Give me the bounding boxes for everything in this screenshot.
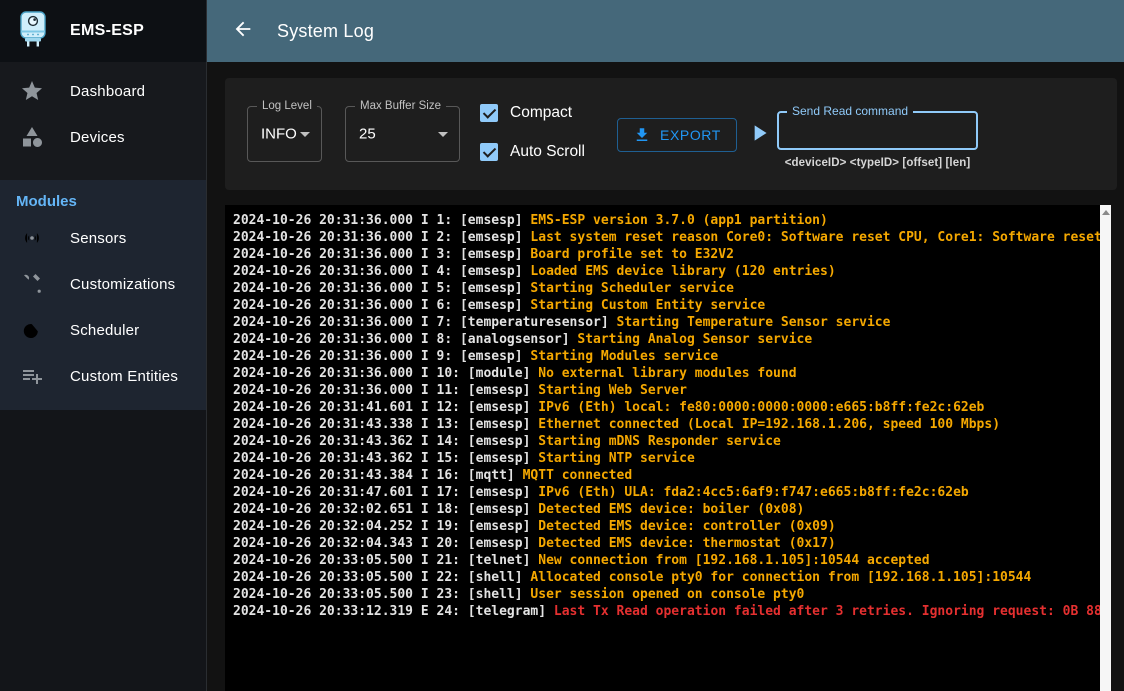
sidebar-item-customizations[interactable]: Customizations	[0, 261, 206, 307]
boiler-logo-icon	[18, 10, 48, 53]
log-line: 2024-10-26 20:33:05.500 I 21: [telnet] N…	[233, 552, 1111, 569]
log-line: 2024-10-26 20:31:36.000 I 5: [emsesp] St…	[233, 280, 1111, 297]
app-logo-block: EMS-ESP	[0, 0, 206, 63]
playlist-add-icon	[20, 364, 44, 388]
app-name: EMS-ESP	[70, 22, 144, 40]
auto-scroll-checkbox-label: Auto Scroll	[510, 143, 585, 161]
sensors-icon	[20, 226, 44, 250]
log-line: 2024-10-26 20:31:36.000 I 10: [module] N…	[233, 365, 1111, 382]
log-line: 2024-10-26 20:31:41.601 I 12: [emsesp] I…	[233, 399, 1111, 416]
log-line: 2024-10-26 20:32:04.252 I 19: [emsesp] D…	[233, 518, 1111, 535]
sidebar-item-label: Dashboard	[70, 83, 145, 100]
compact-checkbox-row[interactable]: Compact	[480, 104, 572, 122]
log-line: 2024-10-26 20:31:36.000 I 8: [analogsens…	[233, 331, 1111, 348]
sidebar-item-label: Custom Entities	[70, 368, 178, 385]
sidebar-item-label: Devices	[70, 129, 125, 146]
arrow-back-icon	[232, 18, 254, 45]
star-icon	[20, 79, 44, 103]
log-line: 2024-10-26 20:31:43.362 I 14: [emsesp] S…	[233, 433, 1111, 450]
sidebar-item-scheduler[interactable]: Scheduler	[0, 307, 206, 353]
export-button[interactable]: EXPORT	[617, 118, 737, 152]
log-line: 2024-10-26 20:31:36.000 I 11: [emsesp] S…	[233, 382, 1111, 399]
sidebar-item-label: Customizations	[70, 276, 175, 293]
max-buffer-size-label: Max Buffer Size	[355, 100, 446, 112]
send-read-command-helper: <deviceID> <typeID> [offset] [len]	[770, 157, 985, 169]
log-line: 2024-10-26 20:31:36.000 I 2: [emsesp] La…	[233, 229, 1111, 246]
max-buffer-size-select[interactable]: Max Buffer Size 25	[345, 106, 460, 162]
log-line: 2024-10-26 20:33:05.500 I 23: [shell] Us…	[233, 586, 1111, 603]
compact-checkbox[interactable]	[480, 104, 498, 122]
sidebar-item-label: Sensors	[70, 230, 126, 247]
log-line: 2024-10-26 20:31:36.000 I 1: [emsesp] EM…	[233, 212, 1111, 229]
scroll-up-icon	[1102, 210, 1110, 215]
auto-scroll-checkbox-row[interactable]: Auto Scroll	[480, 143, 585, 161]
chevron-down-icon	[438, 132, 448, 137]
app-bar: System Log	[207, 0, 1124, 62]
log-line: 2024-10-26 20:31:47.601 I 17: [emsesp] I…	[233, 484, 1111, 501]
category-icon	[20, 125, 44, 149]
log-line: 2024-10-26 20:31:36.000 I 4: [emsesp] Lo…	[233, 263, 1111, 280]
back-button[interactable]	[231, 19, 255, 43]
construction-icon	[20, 272, 44, 296]
page-title: System Log	[277, 21, 374, 42]
log-line: 2024-10-26 20:31:43.362 I 15: [emsesp] S…	[233, 450, 1111, 467]
log-scrollbar[interactable]	[1100, 205, 1111, 691]
sidebar-item-label: Scheduler	[70, 322, 139, 339]
max-buffer-size-value: 25	[359, 126, 376, 143]
sidebar-item-sensors[interactable]: Sensors	[0, 215, 206, 261]
modules-section-title: Modules	[0, 180, 206, 215]
log-line: 2024-10-26 20:33:05.500 I 22: [shell] Al…	[233, 569, 1111, 586]
download-icon	[633, 126, 651, 144]
chevron-down-icon	[300, 132, 310, 137]
sidebar-item-devices[interactable]: Devices	[0, 114, 206, 160]
log-lines: 2024-10-26 20:31:36.000 I 1: [emsesp] EM…	[225, 205, 1111, 620]
export-button-label: EXPORT	[660, 127, 721, 143]
system-log-console: 2024-10-26 20:31:36.000 I 1: [emsesp] EM…	[225, 205, 1111, 691]
send-read-command-input[interactable]	[783, 115, 972, 146]
sidebar-nav: Dashboard Devices	[0, 62, 206, 180]
sidebar-item-dashboard[interactable]: Dashboard	[0, 68, 206, 114]
play-arrow-icon	[746, 120, 772, 146]
log-level-value: INFO	[261, 126, 297, 143]
sidebar-modules-section: Modules Sensors	[0, 180, 206, 410]
auto-scroll-checkbox[interactable]	[480, 143, 498, 161]
sidebar: EMS-ESP Dashboard Devices Modules	[0, 0, 207, 691]
log-line: 2024-10-26 20:31:36.000 I 9: [emsesp] St…	[233, 348, 1111, 365]
log-line: 2024-10-26 20:32:04.343 I 20: [emsesp] D…	[233, 535, 1111, 552]
send-command-button[interactable]	[746, 118, 772, 148]
log-line: 2024-10-26 20:31:36.000 I 6: [emsesp] St…	[233, 297, 1111, 314]
send-read-command-field: Send Read command	[777, 111, 978, 150]
log-line: 2024-10-26 20:31:43.384 I 16: [mqtt] MQT…	[233, 467, 1111, 484]
log-level-label: Log Level	[257, 100, 317, 112]
compact-checkbox-label: Compact	[510, 104, 572, 122]
schedule-add-icon	[20, 318, 44, 342]
sidebar-item-custom-entities[interactable]: Custom Entities	[0, 353, 206, 399]
log-controls-panel: Log Level INFO Max Buffer Size 25 Compac…	[225, 78, 1117, 190]
log-line: 2024-10-26 20:32:02.651 I 18: [emsesp] D…	[233, 501, 1111, 518]
log-line: 2024-10-26 20:31:43.338 I 13: [emsesp] E…	[233, 416, 1111, 433]
log-level-select[interactable]: Log Level INFO	[247, 106, 322, 162]
log-line: 2024-10-26 20:31:36.000 I 3: [emsesp] Bo…	[233, 246, 1111, 263]
log-line: 2024-10-26 20:33:12.319 E 24: [telegram]…	[233, 603, 1111, 620]
log-line: 2024-10-26 20:31:36.000 I 7: [temperatur…	[233, 314, 1111, 331]
